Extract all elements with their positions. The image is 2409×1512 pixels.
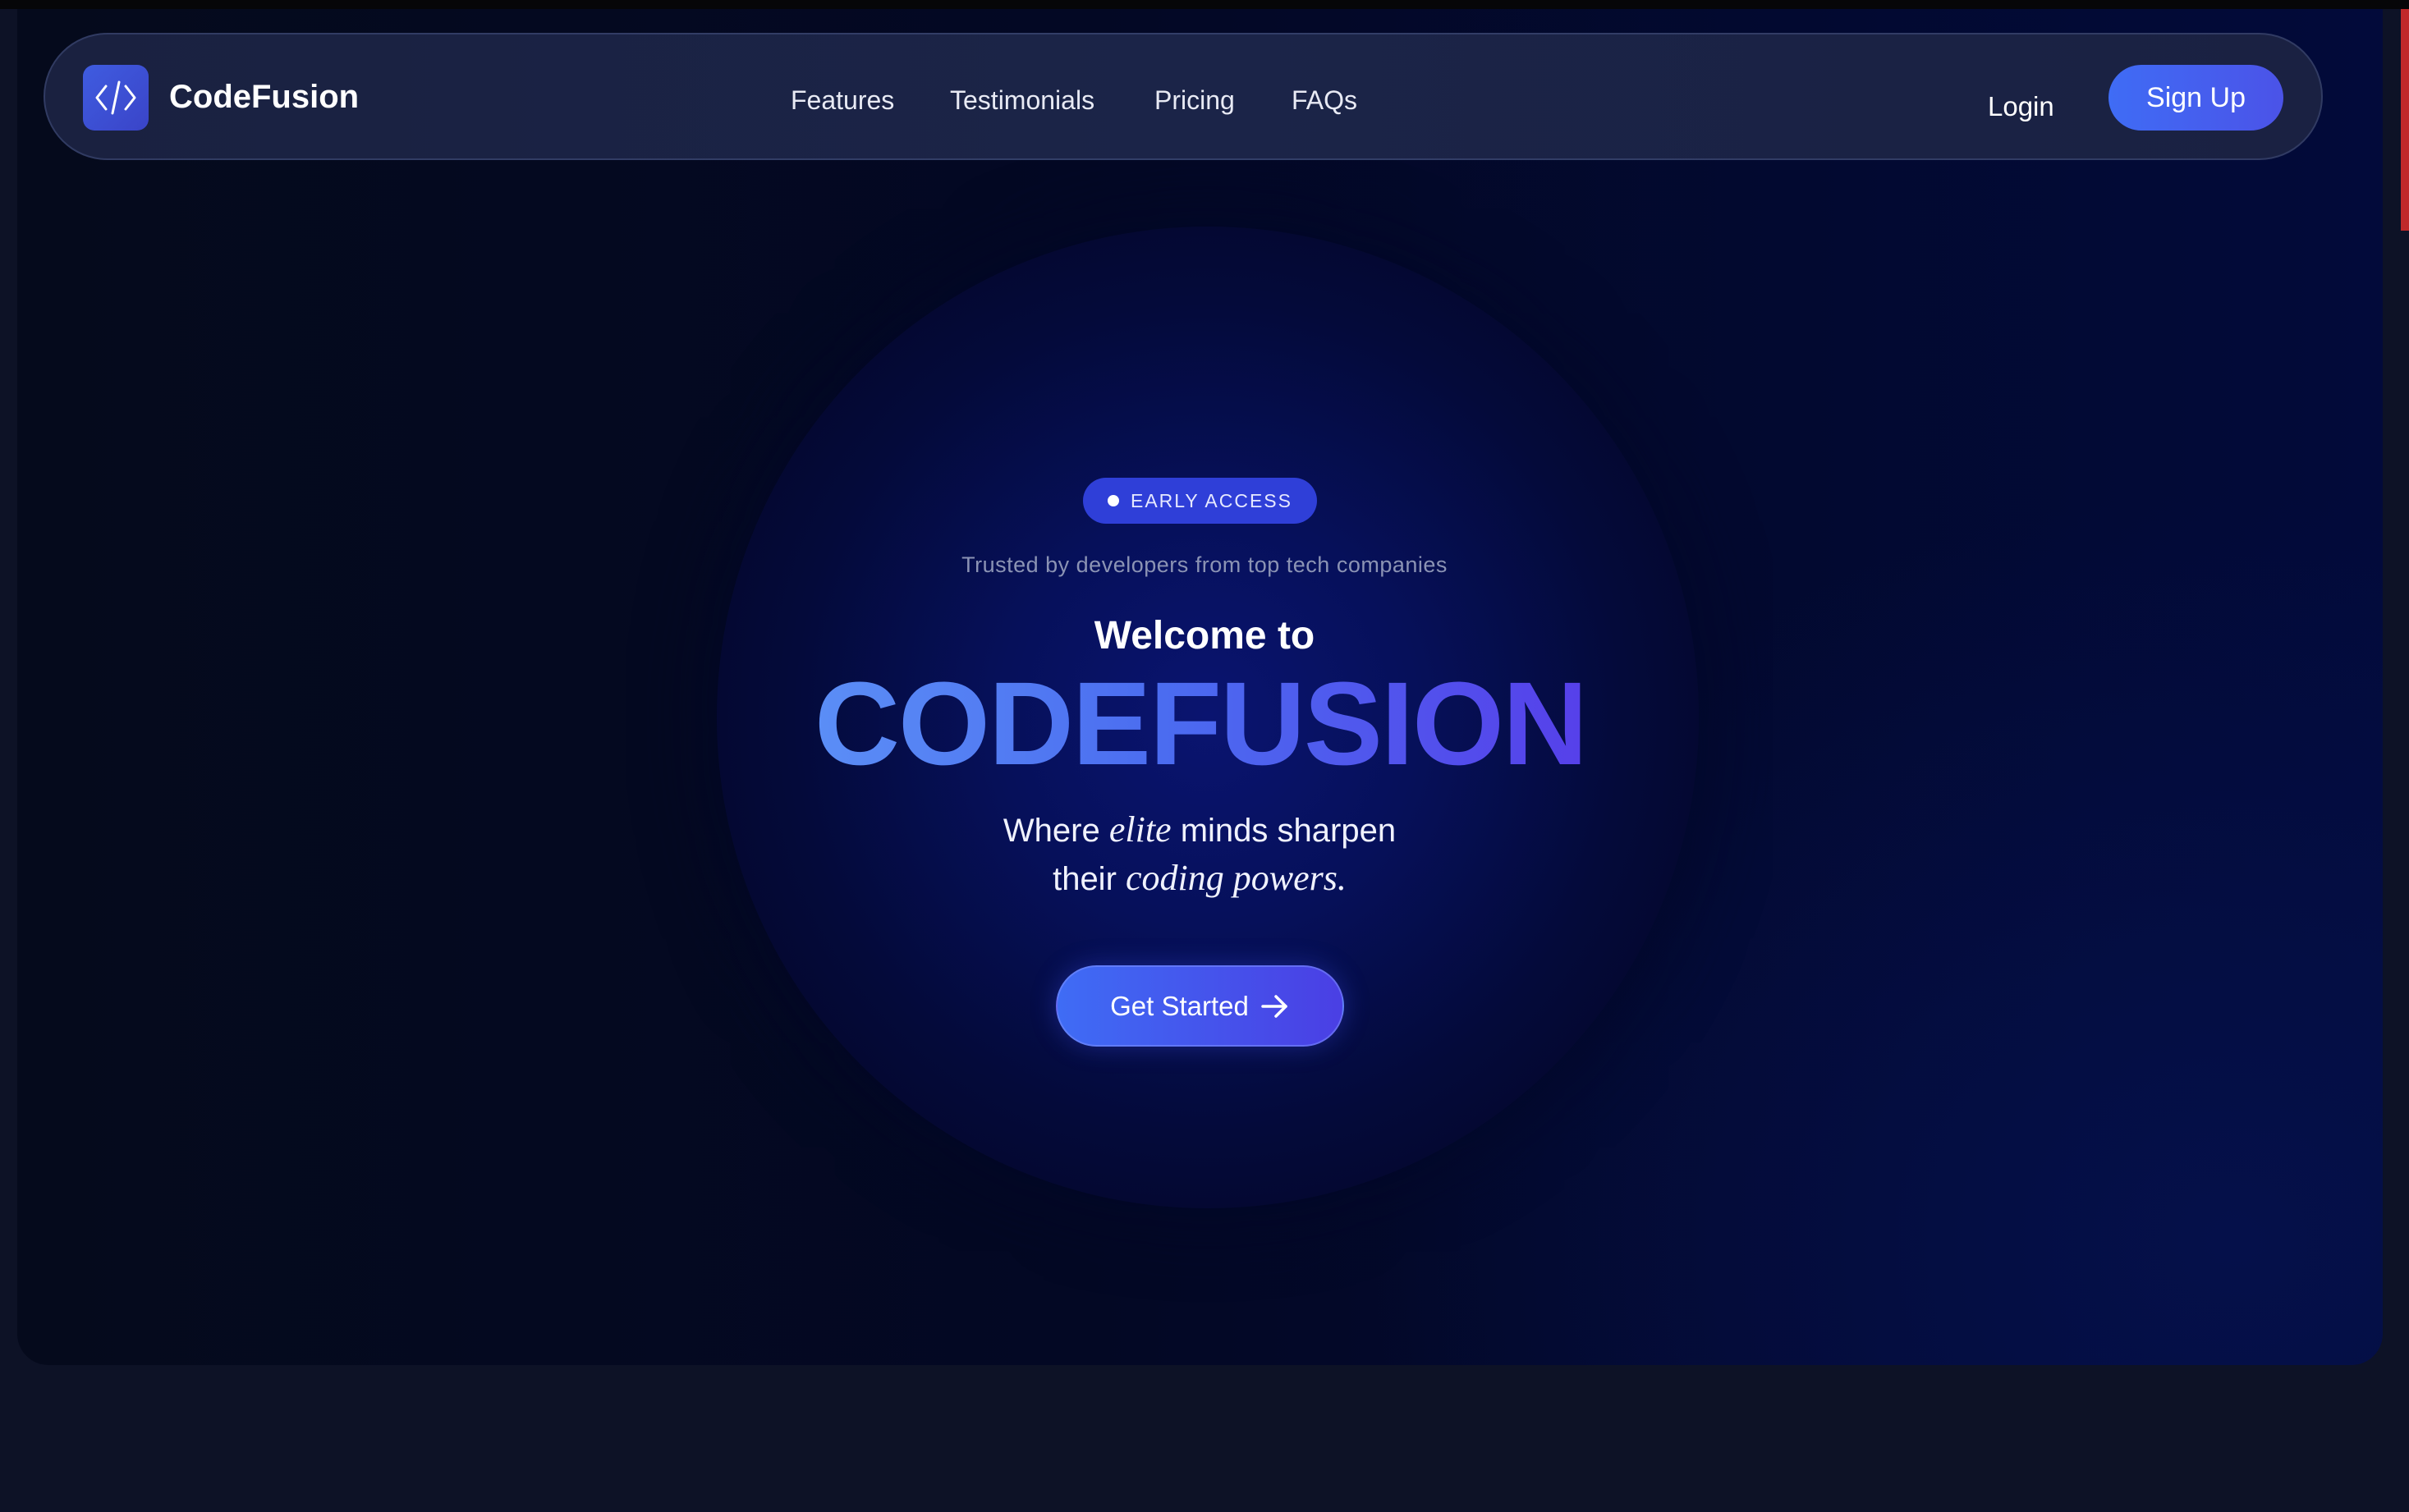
brand-name[interactable]: CodeFusion: [169, 80, 359, 113]
signup-button[interactable]: Sign Up: [2108, 65, 2283, 131]
trusted-text: Trusted by developers from top tech comp…: [961, 552, 1448, 577]
logo[interactable]: [83, 65, 149, 131]
nav-link-faqs[interactable]: FAQs: [1292, 87, 1357, 113]
tagline-line1-post: minds sharpen: [1180, 813, 1397, 849]
scrollbar-track[interactable]: [2401, 9, 2409, 1512]
scrollbar-thumb[interactable]: [2401, 9, 2409, 231]
tagline-line2-em: coding powers.: [1126, 858, 1347, 898]
badge-dot-icon: [1107, 495, 1119, 506]
nav-link-testimonials[interactable]: Testimonials: [950, 87, 1094, 113]
tagline-line2-pre: their: [1053, 861, 1117, 897]
login-link[interactable]: Login: [1988, 93, 2054, 120]
get-started-button[interactable]: Get Started: [1056, 965, 1344, 1047]
code-brackets-icon: [95, 80, 136, 115]
arrow-right-icon: [1261, 994, 1287, 1018]
nav-link-pricing[interactable]: Pricing: [1154, 87, 1235, 113]
tagline-line1-pre: Where: [1003, 813, 1100, 849]
welcome-heading: Welcome to: [1094, 614, 1315, 657]
hero-title: CODEFUSION: [0, 662, 2401, 786]
tagline-line1-em: elite: [1108, 809, 1172, 850]
get-started-label: Get Started: [1110, 990, 1249, 1021]
badge-label: EARLY ACCESS: [1130, 489, 1292, 511]
early-access-badge: EARLY ACCESS: [1083, 478, 1317, 524]
hero-tagline: Where elite minds sharpen their coding p…: [0, 806, 2399, 903]
nav-link-features[interactable]: Features: [791, 87, 894, 113]
hero-title-text: CODEFUSION: [814, 657, 1588, 790]
browser-top-strip: [0, 0, 2409, 9]
